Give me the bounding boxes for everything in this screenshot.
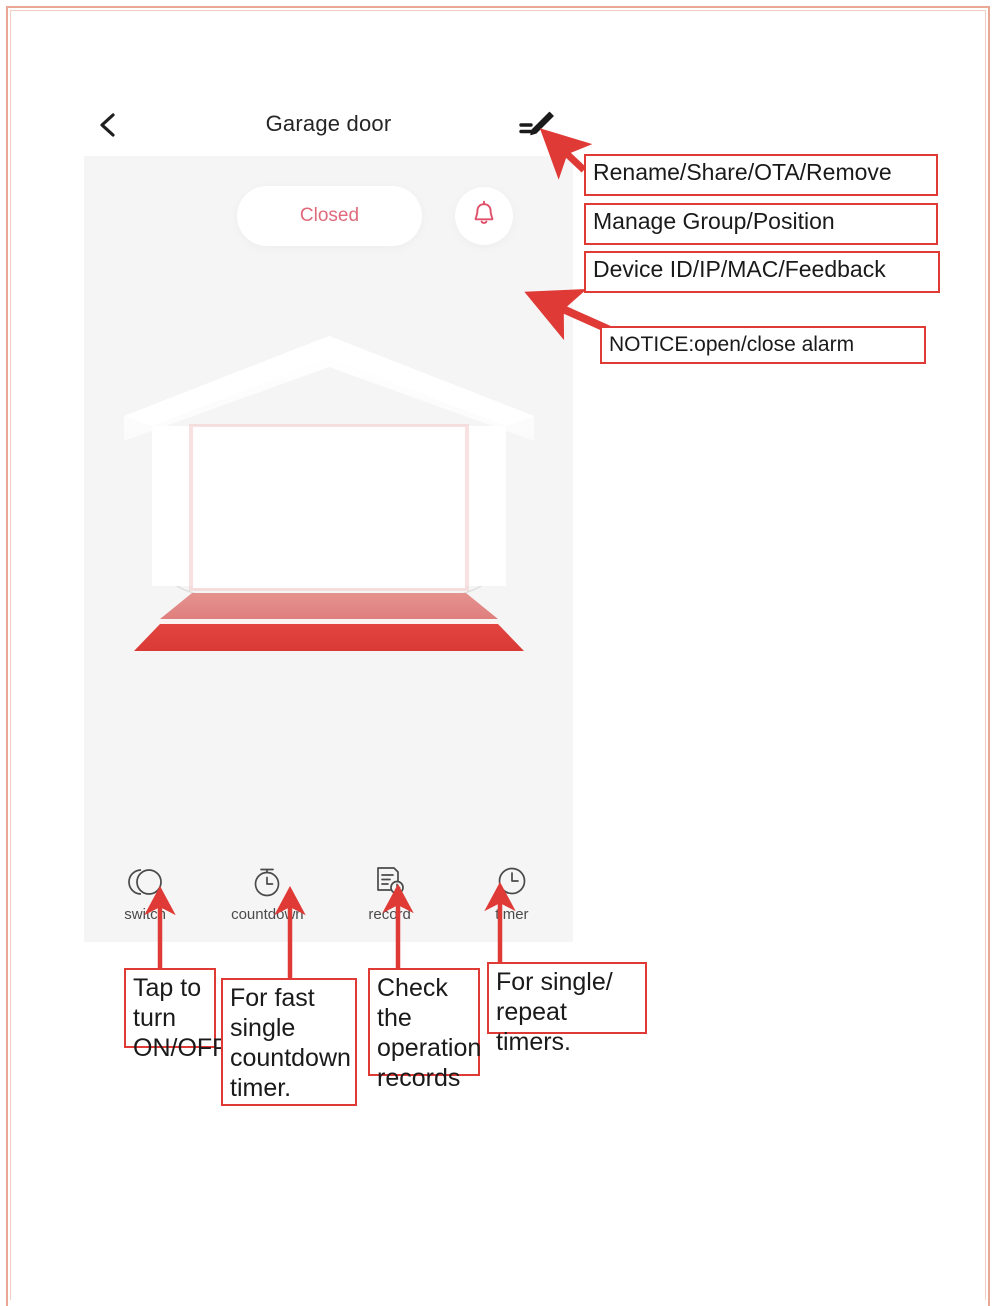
action-label: switch: [124, 906, 166, 923]
status-badge[interactable]: Closed: [237, 186, 422, 246]
alarm-button[interactable]: [455, 187, 513, 245]
annotation-timer: For single/ repeat timers.: [487, 962, 647, 1056]
action-label: countdown: [231, 906, 304, 923]
pencil-edit-icon[interactable]: [519, 108, 557, 142]
annotation-switch: Tap to turn ON/OFF.: [124, 968, 232, 1062]
annotation-edit-menu-1: Rename/Share/OTA/Remove: [584, 154, 938, 196]
app-screen: Garage door Closed switch countdown reco…: [84, 92, 573, 942]
action-switch[interactable]: switch: [84, 856, 206, 942]
annotation-countdown: For fast single countdown timer.: [221, 978, 357, 1106]
stopwatch-icon: [249, 860, 285, 904]
page-title: Garage door: [265, 111, 392, 136]
action-bar: switch countdown record timer: [84, 856, 573, 942]
annotation-edit-menu-2: Manage Group/Position: [584, 203, 938, 245]
action-countdown[interactable]: countdown: [206, 856, 328, 942]
bell-icon: [469, 199, 499, 234]
action-timer[interactable]: timer: [451, 856, 573, 942]
device-content-area: Closed switch countdown record timer: [84, 156, 573, 942]
garage-door-illustration: [104, 331, 554, 666]
document-clock-icon: [372, 860, 408, 904]
status-row: Closed: [84, 186, 573, 250]
status-label: Closed: [299, 205, 360, 226]
action-record[interactable]: record: [329, 856, 451, 942]
action-label: record: [368, 906, 411, 923]
annotation-notice: NOTICE:open/close alarm: [600, 326, 926, 364]
clock-icon: [494, 860, 530, 904]
action-label: timer: [495, 906, 529, 923]
app-header: Garage door: [84, 92, 573, 156]
annotation-record: Check the operation records: [368, 968, 481, 1092]
two-circles-switch-icon: [124, 860, 166, 904]
annotation-edit-menu-3: Device ID/IP/MAC/Feedback: [584, 251, 940, 293]
